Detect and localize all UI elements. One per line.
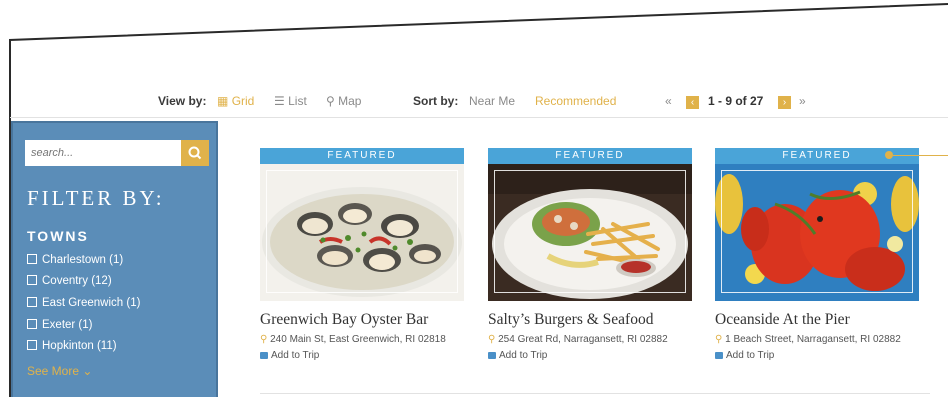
add-to-trip-label: Add to Trip [726,350,775,361]
list-label: List [288,94,307,108]
checkbox-icon[interactable] [27,297,37,307]
listing-address: ⚲ 240 Main St, East Greenwich, RI 02818 [260,334,464,345]
filter-by-heading: FILTER BY: [27,186,165,210]
listing-title[interactable]: Greenwich Bay Oyster Bar [260,311,464,329]
town-filter-item[interactable]: East Greenwich (1) [27,297,140,309]
add-to-trip-label: Add to Trip [499,350,548,361]
towns-heading: TOWNS [27,228,89,244]
view-by-label: View by: [158,94,207,108]
sort-recommended[interactable]: Recommended [535,94,616,108]
toolbar-divider [10,117,948,118]
callout-line [893,155,948,156]
grid-icon: ▦ [217,94,229,108]
sort-near-me[interactable]: Near Me [469,94,515,108]
photo-frame [266,170,458,293]
first-page-button[interactable]: « [665,94,672,108]
add-to-trip-button[interactable]: Add to Trip [715,350,919,361]
map-pin-icon: ⚲ [488,334,496,345]
town-label: East Greenwich (1) [42,297,141,309]
town-label: Charlestown (1) [42,254,124,266]
chevron-down-icon: ⌄ [82,364,93,378]
town-filter-item[interactable]: Exeter (1) [27,319,93,331]
town-filter-item[interactable]: Charlestown (1) [27,254,123,266]
checkbox-icon[interactable] [27,254,37,264]
search-icon [188,146,202,160]
content-divider [260,393,930,394]
map-pin-icon: ⚲ [260,334,268,345]
listing-title[interactable]: Salty’s Burgers & Seafood [488,311,692,329]
view-grid-option[interactable]: ▦ Grid [217,94,254,108]
view-map-option[interactable]: ⚲ Map [326,94,361,108]
listing-card[interactable]: FEATURED Oceanside At the Pier ⚲ 1 Beach… [715,148,919,361]
listing-photo-fries[interactable] [488,164,692,301]
briefcase-icon [715,352,723,359]
briefcase-icon [260,352,268,359]
featured-badge: FEATURED [260,148,464,164]
checkbox-icon[interactable] [27,275,37,285]
listing-card[interactable]: FEATURED Greenwich Bay Oyster Bar ⚲ 240 … [260,148,464,361]
town-label: Coventry (12) [42,275,112,287]
featured-badge: FEATURED [488,148,692,164]
map-pin-icon: ⚲ [326,94,335,108]
address-text: 240 Main St, East Greenwich, RI 02818 [270,334,446,345]
town-filter-item[interactable]: Coventry (12) [27,275,112,287]
listing-title[interactable]: Oceanside At the Pier [715,311,919,329]
callout-dot [885,151,893,159]
pagination-range: 1 - 9 of 27 [708,94,764,108]
add-to-trip-button[interactable]: Add to Trip [260,350,464,361]
grid-label: Grid [231,94,255,108]
listing-address: ⚲ 254 Great Rd, Narragansett, RI 02882 [488,334,692,345]
listing-card[interactable]: FEATURED Salty’s Burgers & Seafood ⚲ 254… [488,148,692,361]
sort-by-label: Sort by: [413,94,459,108]
photo-frame [721,170,913,293]
map-pin-icon: ⚲ [715,334,723,345]
view-list-option[interactable]: ☰ List [274,94,307,108]
search-input[interactable] [25,140,181,166]
listing-photo-clams[interactable] [260,164,464,301]
next-page-button[interactable]: › [778,96,791,109]
address-text: 254 Great Rd, Narragansett, RI 02882 [498,334,668,345]
add-to-trip-button[interactable]: Add to Trip [488,350,692,361]
list-icon: ☰ [274,94,285,108]
checkbox-icon[interactable] [27,319,37,329]
town-label: Hopkinton (11) [42,340,117,352]
town-label: Exeter (1) [42,319,93,331]
prev-page-button[interactable]: ‹ [686,96,699,109]
listing-address: ⚲ 1 Beach Street, Narragansett, RI 02882 [715,334,919,345]
checkbox-icon[interactable] [27,340,37,350]
search-button[interactable] [181,140,209,166]
photo-frame [494,170,686,293]
see-more-label: See More [27,364,80,378]
filter-sidebar: FILTER BY: TOWNS Charlestown (1) Coventr… [11,121,218,397]
map-label: Map [338,94,362,108]
address-text: 1 Beach Street, Narragansett, RI 02882 [725,334,901,345]
briefcase-icon [488,352,496,359]
see-more-link[interactable]: See More ⌄ [27,364,92,378]
town-filter-item[interactable]: Hopkinton (11) [27,340,117,352]
last-page-button[interactable]: » [799,94,806,108]
view-sort-bar: View by: ▦ Grid ☰ List ⚲ Map Sort by: Ne… [0,94,948,112]
listing-photo-lobster[interactable] [715,164,919,301]
add-to-trip-label: Add to Trip [271,350,320,361]
